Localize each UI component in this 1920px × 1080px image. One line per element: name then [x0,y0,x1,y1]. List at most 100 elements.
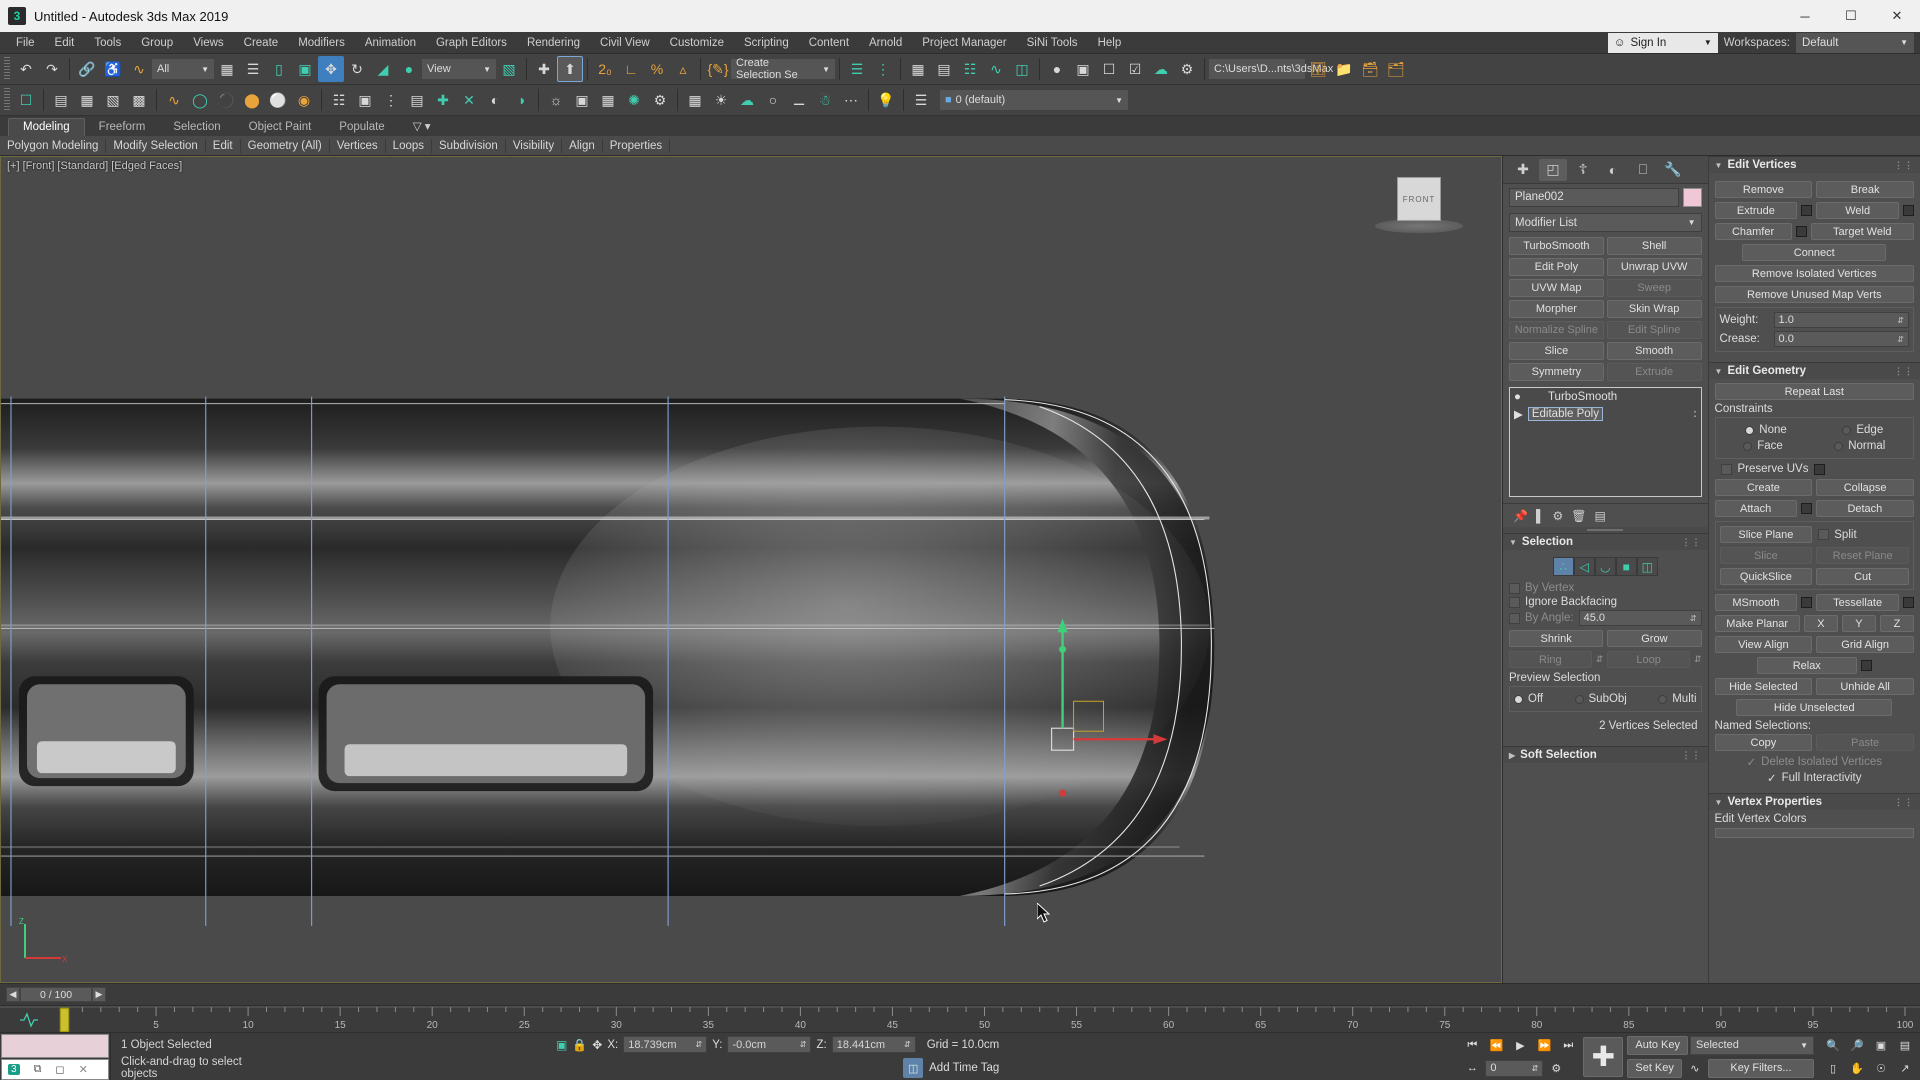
utilities-icon[interactable]: 🔧 [1659,159,1687,181]
manage-scene-states-icon[interactable]: 🗃 [1357,56,1383,82]
viewcube[interactable]: FRONT [1397,177,1441,221]
menu-sini-tools[interactable]: SiNi Tools [1017,35,1088,51]
layer-select[interactable]: ■ 0 (default) ▼ [940,90,1128,110]
maximize-button[interactable]: ☐ [1828,0,1874,32]
timeline-prev-button[interactable]: ◀ [6,987,20,1002]
preserve-uvs-checkbox[interactable] [1720,463,1732,475]
ribbon-sub-properties[interactable]: Properties [603,138,671,153]
spline-icon[interactable]: ∿ [161,87,187,113]
zoom-extents-icon[interactable]: ▣ [1870,1036,1892,1055]
constraint-edge-option[interactable]: Edge [1842,424,1883,436]
relax-button[interactable]: Relax [1756,657,1857,674]
menu-tools[interactable]: Tools [84,35,131,51]
camera-icon[interactable]: ▣ [569,87,595,113]
ribbon-sub-edit[interactable]: Edit [206,138,241,153]
shrink-button[interactable]: Shrink [1509,630,1604,647]
key-tangent-icon[interactable]: ∿ [1684,1059,1706,1078]
menu-edit[interactable]: Edit [45,35,85,51]
show-end-result-icon[interactable]: ▌ [1536,509,1545,523]
ribbon-tab-selection[interactable]: Selection [159,119,234,136]
absolute-mode-icon[interactable]: ▣ [556,1038,567,1052]
render-setup-icon[interactable]: ▣ [1070,56,1096,82]
detach-button[interactable]: Detach [1815,500,1914,517]
hide-selected-button[interactable]: Hide Selected [1714,678,1813,695]
vertex-icon[interactable]: ∴ [1552,557,1574,576]
timeline-frame-display[interactable]: 0 / 100 [20,987,92,1002]
make-planar-z-button[interactable]: Z [1879,615,1914,632]
nurbs-object-icon[interactable]: ▩ [126,87,152,113]
hide-unselected-button[interactable]: Hide Unselected [1736,699,1893,716]
edit-geometry-rollout-header[interactable]: ▼ Edit Geometry ⋮⋮ [1708,362,1920,379]
tessellate-button[interactable]: Tessellate [1816,594,1900,611]
batch-render-icon[interactable]: 🗂 [1383,56,1409,82]
auto-key-button[interactable]: Auto Key [1627,1035,1688,1055]
scene-explorer-icon[interactable]: ▤ [931,56,957,82]
ribbon-sub-visibility[interactable]: Visibility [506,138,563,153]
ribbon-sub-polygon-modeling[interactable]: Polygon Modeling [0,138,107,153]
toolbar-grip[interactable] [4,57,10,81]
polygon-icon[interactable]: ■ [1615,557,1637,576]
redo-icon[interactable]: ↷ [39,56,65,82]
make-planar-x-button[interactable]: X [1803,615,1838,632]
select-and-place-icon[interactable]: ● [396,56,422,82]
modifier-morpher[interactable]: Morpher [1509,300,1604,318]
preserve-uvs-settings-icon[interactable] [1814,463,1826,475]
object-name-input[interactable]: Plane002 [1509,188,1679,207]
split-checkbox[interactable] [1818,529,1830,540]
ribbon-sub-geometry-all[interactable]: Geometry (All) [241,138,330,153]
display-icon[interactable]: ⎕ [1629,159,1657,181]
zoom-all-icon[interactable]: 🔎 [1846,1036,1868,1055]
menu-animation[interactable]: Animation [355,35,426,51]
repeat-last-button[interactable]: Repeat Last [1714,383,1914,400]
ellipse-icon[interactable]: ⬤ [239,87,265,113]
select-object-icon[interactable]: ▦ [214,56,240,82]
remove-button[interactable]: Remove [1714,181,1813,198]
go-to-start-icon[interactable]: ⏮ [1461,1036,1483,1055]
expand-arrow-icon[interactable]: ▶ [1514,407,1523,421]
ribbon-options-icon[interactable]: ▽ ▾ [399,117,445,136]
preview-off-option[interactable]: Off [1514,693,1543,705]
msmooth-button[interactable]: MSmooth [1714,594,1798,611]
select-and-move-icon[interactable]: ✥ [318,56,344,82]
crease-spinner[interactable]: 0.0 ⇵ [1773,331,1909,347]
time-configuration-icon[interactable]: ⚙ [1545,1059,1567,1078]
zoom-region-icon[interactable]: ▯ [1822,1059,1844,1078]
align-icon[interactable]: ⋮ [870,56,896,82]
grid-align-button[interactable]: Grid Align [1816,636,1914,653]
modifier-list-dropdown[interactable]: Modifier List ▼ [1509,213,1702,232]
project-folder-select[interactable]: C:\Users\D...nts\3dsMax ▼ [1209,59,1347,79]
constraint-face-option[interactable]: Face [1743,440,1783,452]
element-icon[interactable]: ◫ [1636,557,1658,576]
detach-tool-icon[interactable]: ✕ [456,87,482,113]
isolate-selection-icon[interactable]: ✥ [592,1038,602,1052]
remove-modifier-icon[interactable]: 🗑 [1571,509,1586,523]
lightbulb-icon[interactable]: ● [1514,391,1521,403]
torus-icon[interactable]: ◉ [291,87,317,113]
helix-icon[interactable]: ◯ [187,87,213,113]
extrude-button[interactable]: Extrude [1714,202,1798,219]
remove-isolated-vertices-button[interactable]: Remove Isolated Vertices [1714,265,1914,282]
layer-manager-icon[interactable]: ☰ [908,87,934,113]
reference-coordinate-select[interactable]: View ▼ [422,59,496,79]
biped-icon[interactable]: ☃ [812,87,838,113]
selection-rollout-header[interactable]: ▼ Selection ⋮⋮ [1503,533,1708,550]
menu-project-manager[interactable]: Project Manager [912,35,1016,51]
mini-listener[interactable]: 3 ⧉ ◻ ✕ [0,1033,110,1080]
ribbon-toggle-icon[interactable]: ☷ [957,56,983,82]
ribbon-tab-freeform[interactable]: Freeform [85,119,160,136]
weld-button[interactable]: Weld [1816,202,1900,219]
break-button[interactable]: Break [1816,181,1914,198]
curve-editor-icon[interactable]: ∿ [983,56,1009,82]
percent-snap-icon[interactable]: % [644,56,670,82]
split-row[interactable]: Split [1818,529,1909,541]
grid-icon[interactable]: ▦ [682,87,708,113]
rectangular-select-region-icon[interactable]: ▯ [266,56,292,82]
y-coordinate-field[interactable]: -0.0cm ⇵ [727,1036,812,1054]
menu-scripting[interactable]: Scripting [734,35,799,51]
toolbar-grip[interactable] [4,88,10,112]
constraint-none-option[interactable]: None [1745,424,1787,436]
create-plus-icon[interactable]: ✚ [1509,159,1537,181]
menu-file[interactable]: File [6,35,45,51]
selection-filter-select[interactable]: All ▼ [152,59,214,79]
set-keys-button[interactable]: ✚ [1583,1036,1624,1077]
